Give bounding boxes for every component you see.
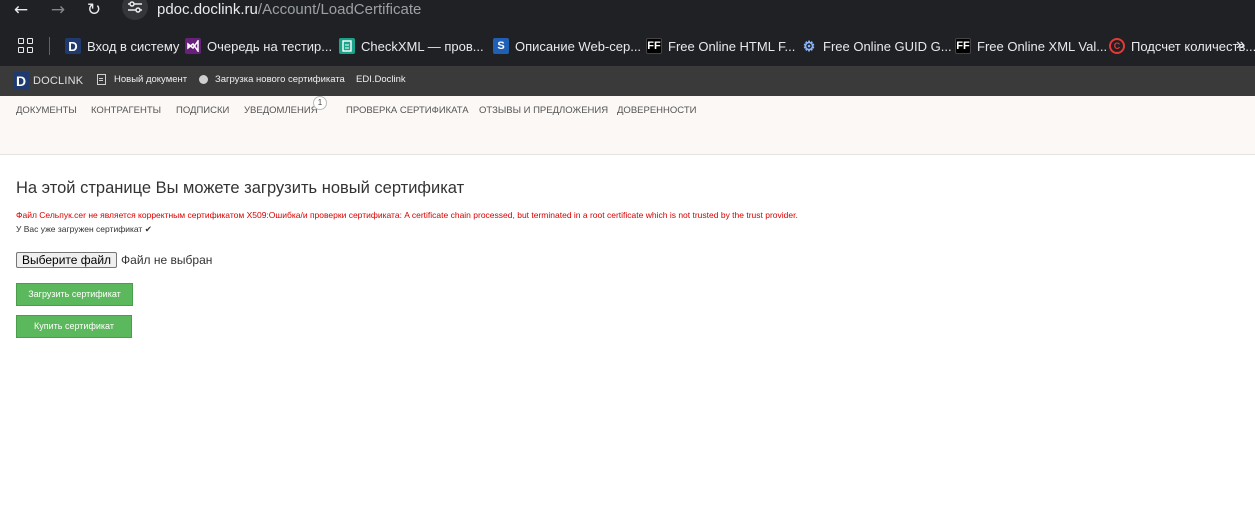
bookmark-login[interactable]: D Вход в систему <box>65 37 179 55</box>
sharepoint-icon: S <box>493 38 509 54</box>
page-title: На этой странице Вы можете загрузить нов… <box>16 179 465 197</box>
bookmark-label: CheckXML — пров... <box>361 38 484 54</box>
edi-doclink-link[interactable]: EDI.Doclink <box>356 74 406 85</box>
file-input[interactable]: Выберите файл Файл не выбран <box>16 252 212 268</box>
bookmark-label: Free Online HTML F... <box>668 38 796 54</box>
bookmark-test-queue[interactable]: Очередь на тестир... <box>185 37 332 55</box>
apps-grid-icon[interactable] <box>18 38 34 54</box>
load-certificate-link[interactable]: Загрузка нового сертификата <box>199 74 345 85</box>
checkmark-icon: ✔ <box>144 225 152 235</box>
doclink-icon: D <box>65 38 81 54</box>
freeformatter-icon: FF <box>646 38 662 54</box>
menu-item-subscriptions[interactable]: ПОДПИСКИ <box>176 105 229 116</box>
bookmark-guid-generator[interactable]: ⚙ Free Online GUID G... <box>801 37 952 55</box>
certificate-status: У Вас уже загружен сертификат ✔ <box>16 224 152 235</box>
url-path: /Account/LoadCertificate <box>257 1 422 18</box>
site-settings-icon[interactable] <box>122 0 148 20</box>
load-certificate-label: Загрузка нового сертификата <box>215 74 345 85</box>
bookmarks-bar: D Вход в систему Очередь на тестир... Ch… <box>0 26 1255 66</box>
logo-text: DOCLINK <box>33 75 84 87</box>
doclink-logo[interactable]: D DOCLINK <box>13 72 83 90</box>
app-top-bar: D DOCLINK Новый документ Загрузка нового… <box>0 66 1255 96</box>
notifications-badge: 1 <box>313 96 327 110</box>
new-document-label: Новый документ <box>114 74 188 85</box>
error-message: Файл Сельпук.cer не является корректным … <box>16 210 798 220</box>
certificate-status-text: У Вас уже загружен сертификат <box>16 224 143 234</box>
reload-icon[interactable]: ↻ <box>84 0 104 20</box>
circle-icon <box>199 75 208 84</box>
choose-file-button[interactable]: Выберите файл <box>16 252 118 268</box>
buy-certificate-button[interactable]: Купить сертификат <box>16 315 132 338</box>
more-bookmarks-icon[interactable]: » <box>1236 36 1245 54</box>
bookmark-count[interactable]: C Подсчет количеств... <box>1109 37 1255 55</box>
visual-studio-icon <box>185 38 201 54</box>
file-status-text: Файл не выбран <box>121 253 213 267</box>
document-icon <box>97 74 106 85</box>
menu-item-feedback[interactable]: ОТЗЫВЫ И ПРЕДЛОЖЕНИЯ <box>479 105 608 116</box>
forward-arrow-icon[interactable]: → <box>48 0 68 20</box>
menu-item-notifications[interactable]: УВЕДОМЛЕНИЯ <box>244 105 318 116</box>
bookmark-label: Free Online GUID G... <box>823 38 952 54</box>
bookmark-label: Очередь на тестир... <box>207 38 333 54</box>
menu-item-powers-of-attorney[interactable]: ДОВЕРЕННОСТИ <box>617 105 696 116</box>
bookmark-html-formatter[interactable]: FF Free Online HTML F... <box>646 37 795 55</box>
freeformatter-icon: FF <box>955 38 971 54</box>
bookmark-label: Free Online XML Val... <box>977 38 1108 54</box>
url-field[interactable]: pdoc.doclink.ru/Account/LoadCertificate <box>157 1 421 18</box>
url-domain: pdoc.doclink.ru <box>157 1 258 18</box>
browser-address-bar: ← → ↻ pdoc.doclink.ru/Account/LoadCertif… <box>0 0 1255 26</box>
menu-item-documents[interactable]: ДОКУМЕНТЫ <box>16 105 77 116</box>
back-arrow-icon[interactable]: ← <box>11 0 31 20</box>
menu-item-certificate-check[interactable]: ПРОВЕРКА СЕРТИФИКАТА <box>346 105 469 116</box>
bookmark-checkxml[interactable]: CheckXML — пров... <box>339 37 484 55</box>
bookmark-label: Описание Web-сер... <box>515 38 642 54</box>
bookmark-label: Вход в систему <box>87 38 180 54</box>
new-document-link[interactable]: Новый документ <box>97 74 187 85</box>
bookmark-web-service-description[interactable]: S Описание Web-сер... <box>493 37 641 55</box>
gears-icon: ⚙ <box>802 37 816 54</box>
copyright-icon: C <box>1109 38 1125 54</box>
menu-item-contractors[interactable]: КОНТРАГЕНТЫ <box>91 105 161 116</box>
bookmarks-separator <box>49 37 50 55</box>
logo-icon: D <box>13 72 29 90</box>
checkxml-icon <box>339 38 355 54</box>
upload-certificate-button[interactable]: Загрузить сертификат <box>16 283 133 306</box>
main-menu: ДОКУМЕНТЫ КОНТРАГЕНТЫ ПОДПИСКИ УВЕДОМЛЕН… <box>0 96 1255 155</box>
edi-doclink-label: EDI.Doclink <box>356 74 406 85</box>
bookmark-xml-validator[interactable]: FF Free Online XML Val... <box>955 37 1107 55</box>
